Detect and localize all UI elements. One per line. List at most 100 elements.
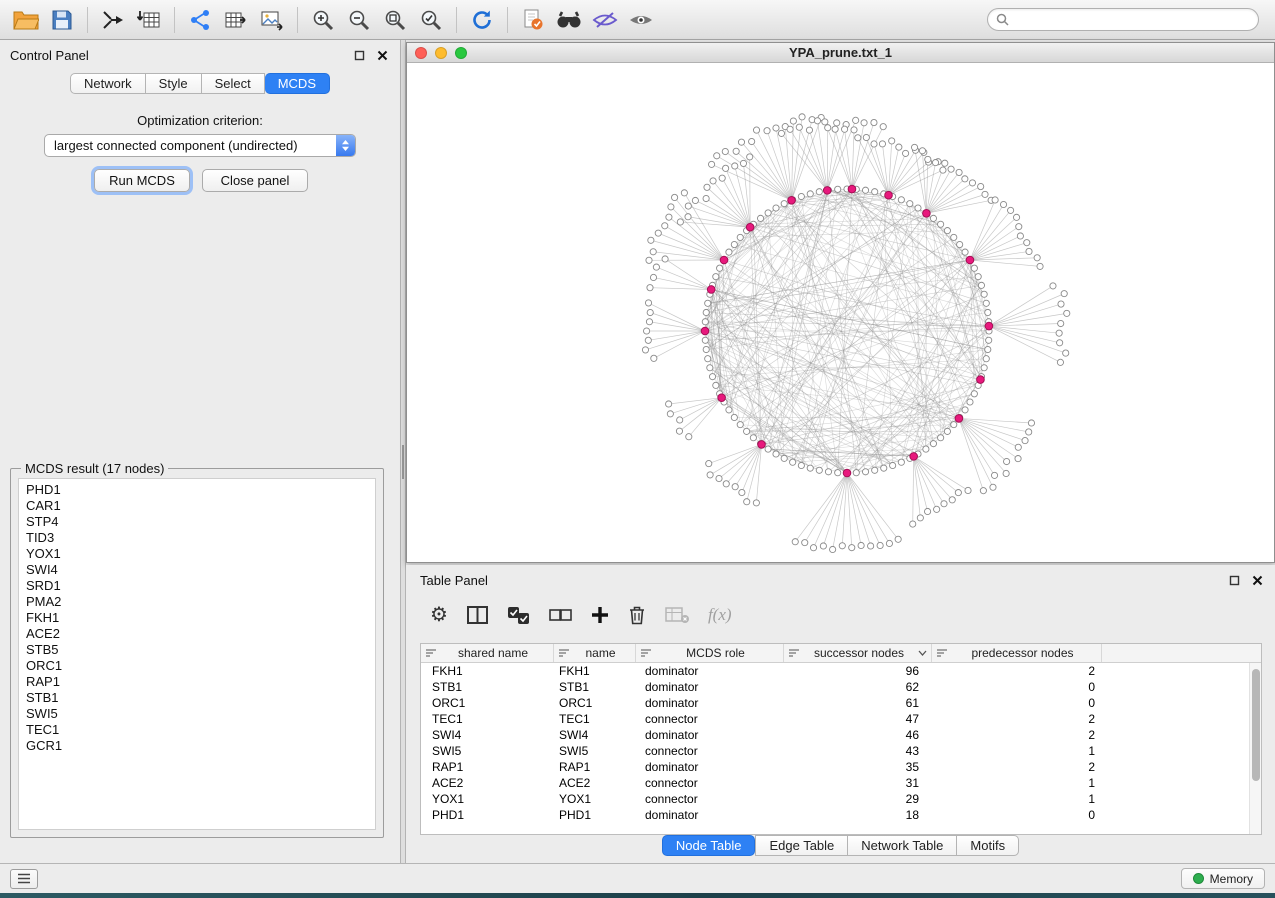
zoom-out-button[interactable] <box>341 5 377 35</box>
run-mcds-button[interactable]: Run MCDS <box>94 169 190 192</box>
tab-edge-table[interactable]: Edge Table <box>755 835 848 856</box>
function-builder-button[interactable]: f(x) <box>708 605 732 625</box>
tab-node-table[interactable]: Node Table <box>662 835 756 856</box>
show-columns-button[interactable] <box>467 606 488 624</box>
table-cell: ORC1 <box>421 696 554 710</box>
table-row[interactable]: SWI4SWI4dominator462 <box>421 727 1261 743</box>
zoom-fit-button[interactable] <box>377 5 413 35</box>
search-box <box>987 8 1259 31</box>
mcds-result-item[interactable]: TEC1 <box>26 722 368 738</box>
mcds-result-item[interactable]: ACE2 <box>26 626 368 642</box>
select-all-button[interactable] <box>507 606 530 625</box>
table-cell: 0 <box>932 808 1102 822</box>
delete-table-button-disabled[interactable] <box>665 607 689 624</box>
criterion-dropdown[interactable]: largest connected component (undirected) <box>44 134 356 157</box>
network-window: YPA_prune.txt_1 <box>406 42 1275 563</box>
sort-icon <box>936 648 948 658</box>
table-row[interactable]: RAP1RAP1dominator352 <box>421 759 1261 775</box>
scrollbar-thumb[interactable] <box>1252 669 1260 781</box>
show-selection-button[interactable] <box>623 5 659 35</box>
float-panel-icon[interactable] <box>1229 575 1240 586</box>
tab-network-table[interactable]: Network Table <box>848 835 957 856</box>
mcds-result-item[interactable]: STP4 <box>26 514 368 530</box>
memory-status-icon <box>1193 873 1204 884</box>
tab-network[interactable]: Network <box>70 73 146 94</box>
mcds-result-item[interactable]: SWI4 <box>26 562 368 578</box>
mcds-result-group: MCDS result (17 nodes) PHD1CAR1STP4TID3Y… <box>10 468 384 838</box>
main-toolbar <box>0 0 1275 40</box>
column-header-predecessor-nodes[interactable]: predecessor nodes <box>932 644 1102 662</box>
table-row[interactable]: PHD1PHD1dominator180 <box>421 807 1261 823</box>
open-file-button[interactable] <box>8 5 44 35</box>
zoom-selected-button[interactable] <box>413 5 449 35</box>
desktop-background <box>0 893 1275 898</box>
tab-motifs[interactable]: Motifs <box>957 835 1019 856</box>
refresh-network-button[interactable] <box>464 5 500 35</box>
eye-slash-icon <box>592 11 618 29</box>
import-table-button[interactable] <box>131 5 167 35</box>
export-network-button[interactable] <box>182 5 218 35</box>
table-row[interactable]: ORC1ORC1dominator610 <box>421 695 1261 711</box>
table-row[interactable]: FKH1FKH1dominator962 <box>421 663 1261 679</box>
table-cell: connector <box>636 792 784 806</box>
mcds-result-item[interactable]: STB5 <box>26 642 368 658</box>
add-column-button[interactable] <box>591 606 609 624</box>
table-scrollbar[interactable] <box>1249 663 1261 834</box>
memory-button[interactable]: Memory <box>1181 868 1265 889</box>
table-header-row: shared name name MCDS role successor nod… <box>421 644 1261 663</box>
mcds-result-item[interactable]: TID3 <box>26 530 368 546</box>
delete-column-button[interactable] <box>628 605 646 625</box>
export-image-button[interactable] <box>254 5 290 35</box>
export-table-button[interactable] <box>218 5 254 35</box>
hide-selection-button[interactable] <box>587 5 623 35</box>
table-row[interactable]: ACE2ACE2connector311 <box>421 775 1261 791</box>
mcds-result-item[interactable]: ORC1 <box>26 658 368 674</box>
network-window-titlebar[interactable]: YPA_prune.txt_1 <box>407 43 1274 63</box>
column-header-successor-nodes[interactable]: successor nodes <box>784 644 932 662</box>
tab-mcds[interactable]: MCDS <box>265 73 330 94</box>
table-row[interactable]: STB1STB1dominator620 <box>421 679 1261 695</box>
export-image-icon <box>260 9 284 31</box>
search-input[interactable] <box>1014 10 1258 29</box>
network-window-title: YPA_prune.txt_1 <box>407 45 1274 60</box>
close-panel-icon[interactable] <box>377 50 388 61</box>
float-panel-icon[interactable] <box>354 50 365 61</box>
mcds-result-item[interactable]: SWI5 <box>26 706 368 722</box>
table-panel-title: Table Panel <box>420 573 488 588</box>
table-row[interactable]: TEC1TEC1connector472 <box>421 711 1261 727</box>
column-header-shared-name[interactable]: shared name <box>421 644 554 662</box>
close-panel-icon[interactable] <box>1252 575 1263 586</box>
mcds-result-item[interactable]: GCR1 <box>26 738 368 754</box>
mcds-result-item[interactable]: PMA2 <box>26 594 368 610</box>
mcds-result-item[interactable]: SRD1 <box>26 578 368 594</box>
column-header-mcds-role[interactable]: MCDS role <box>636 644 784 662</box>
import-network-button[interactable] <box>95 5 131 35</box>
network-canvas[interactable] <box>407 63 1274 562</box>
mcds-result-item[interactable]: FKH1 <box>26 610 368 626</box>
column-header-name[interactable]: name <box>554 644 636 662</box>
table-row[interactable]: YOX1YOX1connector291 <box>421 791 1261 807</box>
save-icon <box>51 9 73 31</box>
save-session-button[interactable] <box>44 5 80 35</box>
mcds-result-list[interactable]: PHD1CAR1STP4TID3YOX1SWI4SRD1PMA2FKH1ACE2… <box>18 478 376 830</box>
sort-direction-icon <box>918 650 927 656</box>
mcds-result-item[interactable]: STB1 <box>26 690 368 706</box>
show-panel-list-button[interactable] <box>10 869 38 889</box>
zoom-in-button[interactable] <box>305 5 341 35</box>
toolbar-separator <box>87 7 88 33</box>
find-button[interactable] <box>551 5 587 35</box>
share-document-button[interactable] <box>515 5 551 35</box>
mcds-result-item[interactable]: PHD1 <box>26 482 368 498</box>
table-cell: SWI5 <box>421 744 554 758</box>
mcds-result-item[interactable]: YOX1 <box>26 546 368 562</box>
tab-select[interactable]: Select <box>202 73 265 94</box>
table-row[interactable]: SWI5SWI5connector431 <box>421 743 1261 759</box>
mcds-result-item[interactable]: RAP1 <box>26 674 368 690</box>
tab-style[interactable]: Style <box>146 73 202 94</box>
deselect-all-button[interactable] <box>549 607 572 623</box>
table-cell: 2 <box>932 728 1102 742</box>
table-settings-button[interactable]: ⚙ <box>430 605 448 625</box>
mcds-result-item[interactable]: CAR1 <box>26 498 368 514</box>
close-panel-button[interactable]: Close panel <box>202 169 308 192</box>
table-panel: Table Panel ⚙ f(x) shared name <box>406 565 1275 863</box>
